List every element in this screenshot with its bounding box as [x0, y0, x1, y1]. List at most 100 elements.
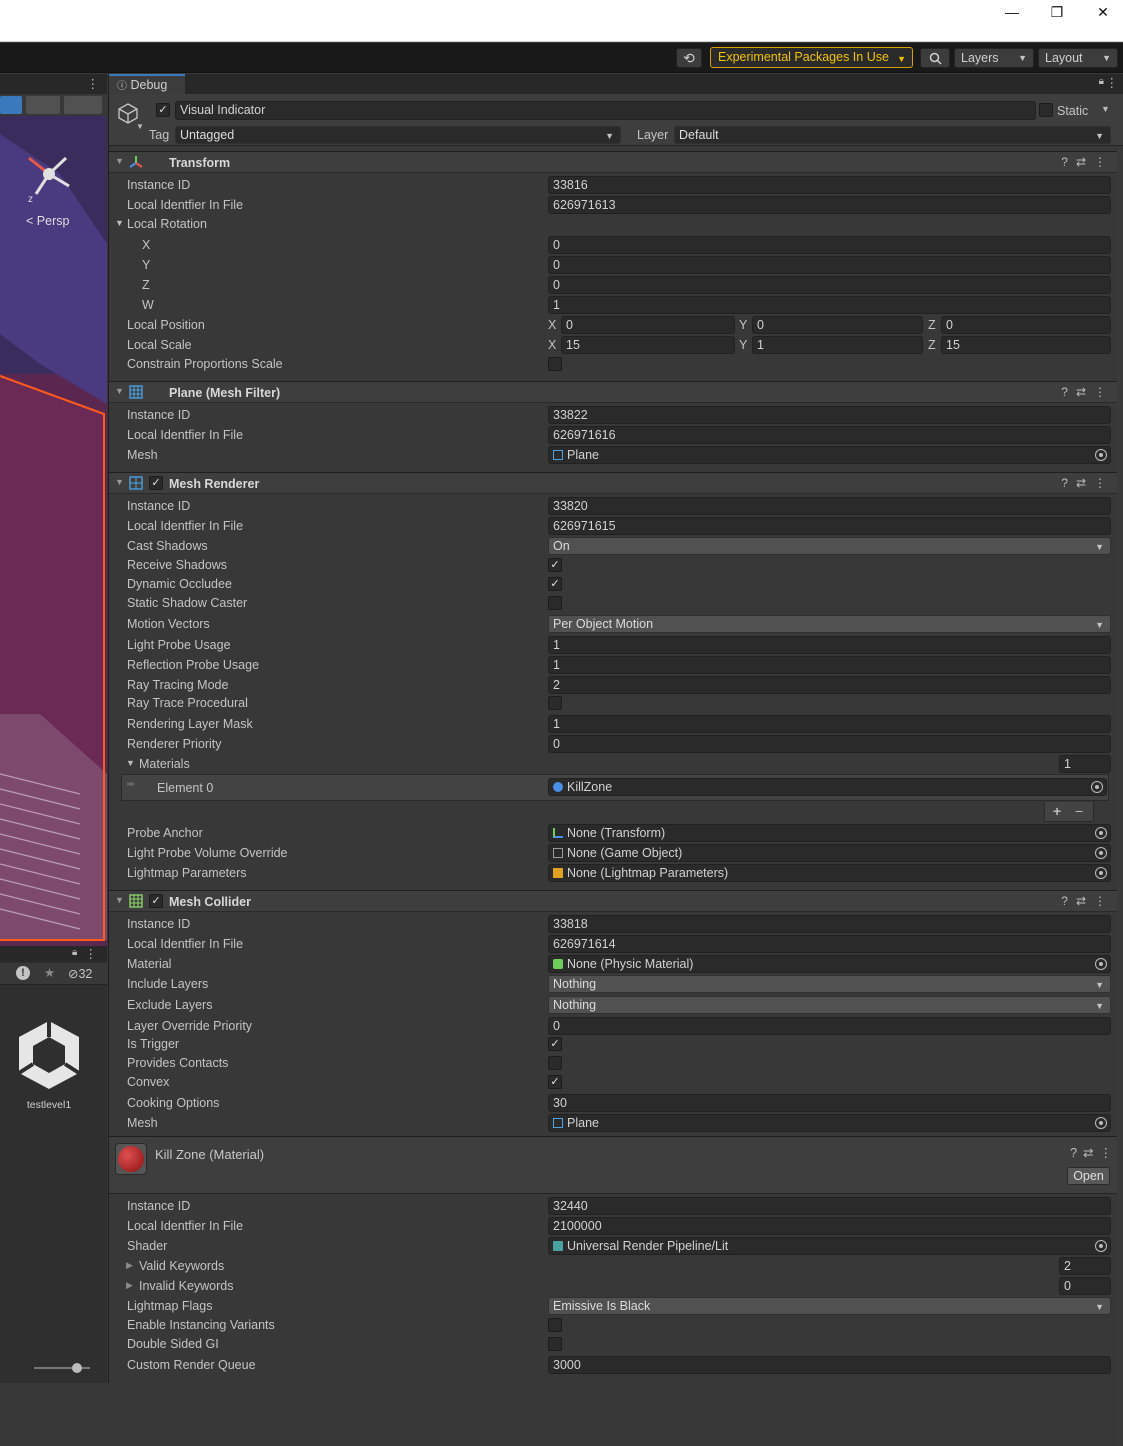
rotation-w-field[interactable]: 1 — [548, 296, 1111, 314]
object-picker-icon[interactable] — [1095, 1240, 1107, 1252]
collider-mesh-field[interactable]: Plane — [548, 1114, 1111, 1132]
object-picker-icon[interactable] — [1095, 1117, 1107, 1129]
lock-icon[interactable]: 🔒︎ — [72, 947, 77, 958]
instance-id-field[interactable]: 32440 — [548, 1197, 1111, 1215]
object-picker-icon[interactable] — [1095, 847, 1107, 859]
icon-dropdown-caret[interactable]: ▼ — [136, 122, 144, 131]
mesh-collider-component-header[interactable]: ▼ ✓ Mesh Collider ?⇄⋮ — [109, 890, 1123, 912]
valid-keywords-count[interactable]: 2 — [1059, 1257, 1111, 1275]
layer-mask-field[interactable]: 1 — [548, 715, 1111, 733]
search-button[interactable] — [920, 48, 950, 68]
instance-id-field[interactable]: 33820 — [548, 497, 1111, 515]
foldout-arrow-icon[interactable]: ▼ — [115, 218, 124, 228]
render-queue-field[interactable]: 3000 — [548, 1356, 1111, 1374]
local-id-field[interactable]: 626971613 — [548, 196, 1111, 214]
invalid-keywords-count[interactable]: 0 — [1059, 1277, 1111, 1295]
reflection-probe-field[interactable]: 1 — [548, 656, 1111, 674]
static-checkbox[interactable] — [1039, 103, 1053, 117]
more-icon[interactable]: ⋮ — [1106, 75, 1119, 90]
rotation-y-field[interactable]: 0 — [548, 256, 1111, 274]
component-header-icons[interactable]: ?⇄⋮ — [1061, 385, 1114, 399]
camera-dropdown-icon[interactable] — [26, 96, 60, 114]
scene-gizmo-icon[interactable] — [14, 136, 84, 216]
pos-x-label[interactable]: X — [548, 318, 556, 332]
double-sided-gi-checkbox[interactable] — [548, 1337, 562, 1351]
scale-y-label[interactable]: Y — [739, 338, 747, 352]
ray-trace-procedural-checkbox[interactable] — [548, 696, 562, 710]
close-button[interactable]: ✕ — [1083, 2, 1123, 22]
convex-checkbox[interactable]: ✓ — [548, 1075, 562, 1089]
layers-dropdown[interactable]: Layers ▼ — [954, 48, 1034, 68]
lightmap-flags-dropdown[interactable]: Emissive Is Black ▼ — [548, 1297, 1111, 1315]
dynamic-occludee-checkbox[interactable]: ✓ — [548, 577, 562, 591]
more-icon[interactable]: ⋮ — [87, 76, 100, 91]
pos-x-field[interactable]: 0 — [561, 316, 735, 334]
rotation-x-field[interactable]: 0 — [548, 236, 1111, 254]
instance-id-field[interactable]: 33818 — [548, 915, 1111, 933]
foldout-arrow-icon[interactable]: ▶ — [126, 1280, 133, 1291]
history-icon[interactable]: ⟲ — [676, 48, 702, 68]
scale-z-field[interactable]: 15 — [941, 336, 1111, 354]
unity-scene-asset-icon[interactable] — [17, 1019, 81, 1091]
shader-field[interactable]: Universal Render Pipeline/Lit — [548, 1237, 1111, 1255]
star-icon[interactable]: ★ — [44, 965, 55, 980]
component-header-icons[interactable]: ?⇄⋮ — [1061, 155, 1114, 169]
object-picker-icon[interactable] — [1095, 449, 1107, 461]
object-picker-icon[interactable] — [1091, 781, 1103, 793]
object-picker-icon[interactable] — [1095, 958, 1107, 970]
motion-vectors-dropdown[interactable]: Per Object Motion ▼ — [548, 615, 1111, 633]
object-picker-icon[interactable] — [1095, 867, 1107, 879]
local-id-field[interactable]: 626971614 — [548, 935, 1111, 953]
inspector-scrollbar[interactable] — [1117, 150, 1123, 1446]
lightmap-params-field[interactable]: None (Lightmap Parameters) — [548, 864, 1111, 882]
cooking-options-field[interactable]: 30 — [548, 1094, 1111, 1112]
component-header-icons[interactable]: ?⇄⋮ — [1061, 476, 1114, 490]
scale-x-field[interactable]: 15 — [561, 336, 735, 354]
ray-tracing-field[interactable]: 2 — [548, 676, 1111, 694]
mesh-renderer-component-header[interactable]: ▼ ✓ Mesh Renderer ?⇄⋮ — [109, 472, 1123, 494]
is-trigger-checkbox[interactable]: ✓ — [548, 1037, 562, 1051]
persp-label[interactable]: < Persp — [26, 214, 69, 228]
pos-z-label[interactable]: Z — [928, 318, 936, 332]
restore-button[interactable]: ❐ — [1037, 2, 1077, 22]
local-id-field[interactable]: 626971615 — [548, 517, 1111, 535]
foldout-arrow-icon[interactable]: ▼ — [115, 156, 124, 166]
local-rotation-row[interactable]: ▼ Local Rotation — [109, 214, 1123, 234]
more-icon[interactable]: ⋮ — [85, 946, 98, 961]
local-id-field[interactable]: 2100000 — [548, 1217, 1111, 1235]
materials-row[interactable]: ▼ Materials 1 — [109, 754, 1123, 774]
layout-dropdown[interactable]: Layout ▼ — [1038, 48, 1118, 68]
open-button[interactable]: Open — [1067, 1167, 1110, 1185]
instancing-checkbox[interactable] — [548, 1318, 562, 1332]
probe-anchor-field[interactable]: None (Transform) — [548, 824, 1111, 842]
layer-dropdown[interactable]: Default ▼ — [674, 126, 1111, 144]
receive-shadows-checkbox[interactable]: ✓ — [548, 558, 562, 572]
foldout-arrow-icon[interactable]: ▼ — [115, 895, 124, 905]
valid-keywords-row[interactable]: ▶ Valid Keywords 2 — [109, 1256, 1123, 1276]
lpvo-field[interactable]: None (Game Object) — [548, 844, 1111, 862]
pos-y-label[interactable]: Y — [739, 318, 747, 332]
materials-count-field[interactable]: 1 — [1059, 755, 1111, 773]
drag-handle-icon[interactable]: ═ — [127, 779, 134, 790]
active-checkbox[interactable]: ✓ — [156, 103, 170, 117]
mesh-filter-component-header[interactable]: ▼ Plane (Mesh Filter) ?⇄⋮ — [109, 381, 1123, 403]
cast-shadows-dropdown[interactable]: On ▼ — [548, 537, 1111, 555]
element0-object-field[interactable]: KillZone — [548, 778, 1107, 796]
hidden-count[interactable]: ⊘32 — [68, 966, 92, 981]
pos-y-field[interactable]: 0 — [752, 316, 923, 334]
exclude-layers-dropdown[interactable]: Nothing ▼ — [548, 996, 1111, 1014]
instance-id-field[interactable]: 33822 — [548, 406, 1111, 424]
object-name-field[interactable]: Visual Indicator — [175, 101, 1036, 120]
lock-icon[interactable]: 🔒︎ — [1099, 76, 1104, 87]
visibility-toggle-icon[interactable] — [0, 96, 22, 114]
asset-name[interactable]: testlevel1 — [0, 1099, 98, 1111]
zoom-slider-handle[interactable] — [72, 1363, 82, 1373]
light-probe-field[interactable]: 1 — [548, 636, 1111, 654]
enabled-checkbox[interactable]: ✓ — [149, 476, 163, 490]
provides-contacts-checkbox[interactable] — [548, 1056, 562, 1070]
local-id-field[interactable]: 626971616 — [548, 426, 1111, 444]
transform-component-header[interactable]: ▼ Transform ?⇄⋮ — [109, 151, 1123, 173]
material-header[interactable]: Kill Zone (Material) ?⇄⋮ — [109, 1136, 1123, 1194]
instance-id-field[interactable]: 33816 — [548, 176, 1111, 194]
add-element-button[interactable]: + — [1053, 803, 1061, 819]
